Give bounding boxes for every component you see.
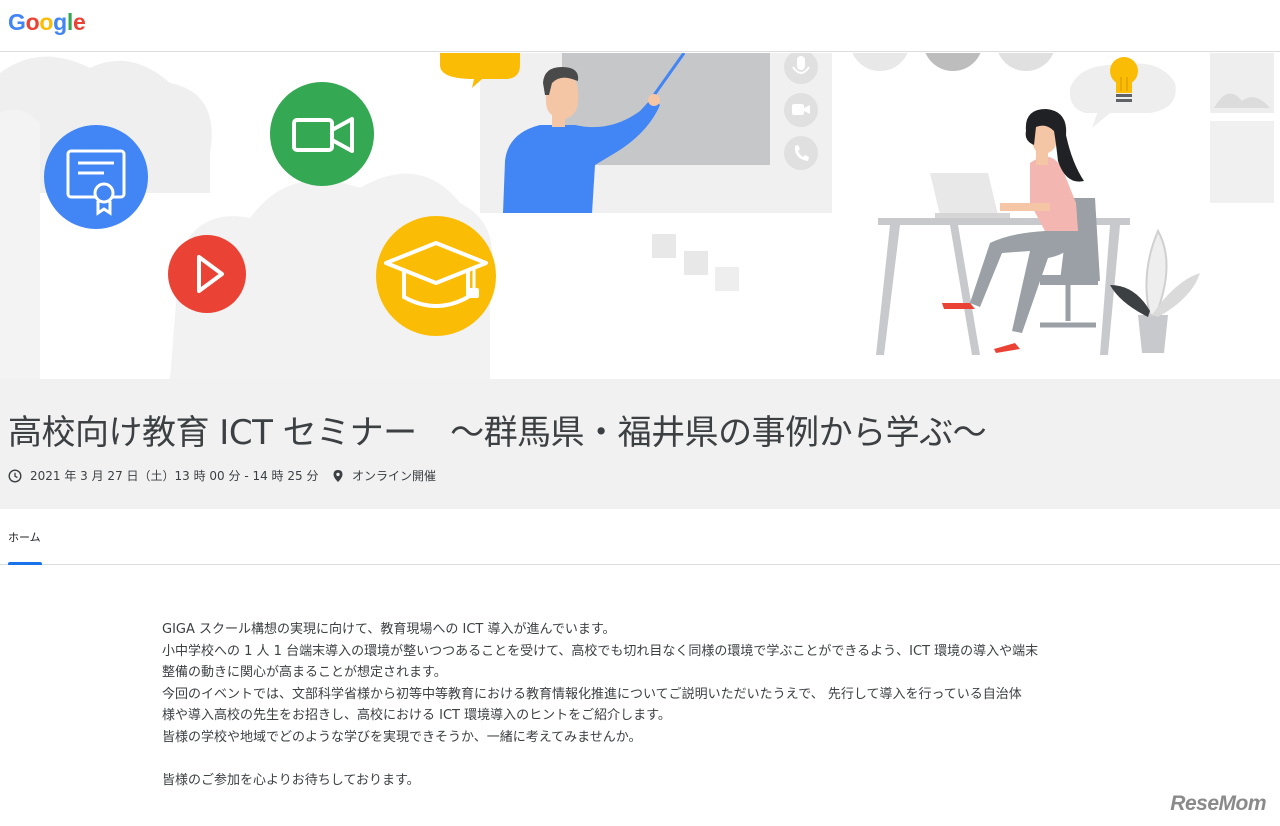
google-logo[interactable]: Google (8, 9, 86, 36)
graduation-cap-icon (376, 216, 496, 336)
active-tab-indicator (8, 562, 42, 565)
logo-letter: o (39, 9, 54, 35)
video-camera-icon (270, 82, 374, 186)
location-pin-icon (333, 469, 343, 482)
resemom-watermark: ReseMom (1170, 792, 1266, 815)
hero-banner (0, 53, 1280, 379)
event-location-text: オンライン開催 (352, 469, 437, 483)
description-line: 皆様の学校や地域でどのような学びを実現できそうか、一緒に考えてみませんか。 (162, 729, 642, 745)
hero-illustration (0, 53, 1274, 379)
description-line: GIGA スクール構想の実現に向けて、教育現場への ICT 導入が進んでいます。 (162, 622, 616, 637)
description-line: 整備の動きに関心が高まることが想定されます。 (162, 665, 447, 681)
event-header: 高校向け教育 ICT セミナー ～群馬県・福井県の事例から学ぶ～ 2021 年 … (0, 379, 1280, 509)
certificate-icon (44, 125, 148, 229)
desk-scene (876, 109, 1130, 355)
tab-home[interactable]: ホーム (8, 509, 41, 564)
event-description: GIGA スクール構想の実現に向けて、教育現場への ICT 導入が進んでいます。… (162, 619, 1152, 792)
camera-icon (784, 93, 818, 127)
logo-letter: e (72, 9, 86, 35)
tab-bar: ホーム (0, 509, 1280, 565)
event-datetime-text: 2021 年 3 月 27 日（土）13 時 00 分 - 14 時 25 分 (30, 469, 319, 483)
closing-line: 皆様のご参加を心よりお待ちしております。 (162, 773, 420, 789)
plant (1110, 228, 1200, 353)
logo-letter: G (8, 9, 26, 35)
logo-letter: o (25, 9, 40, 35)
description-line: 様や導入高校の先生をお招きし、高校における ICT 環境導入のヒントをご紹介しま… (162, 708, 671, 724)
logo-letter: g (53, 9, 67, 35)
phone-icon (784, 136, 818, 170)
event-location: オンライン開催 (332, 467, 436, 484)
page-title: 高校向け教育 ICT セミナー ～群馬県・福井県の事例から学ぶ～ (8, 413, 987, 453)
description-line: 小中学校への 1 人 1 台端末導入の環境が整いつつあることを受けて、高校でも切… (162, 643, 1039, 659)
play-icon (168, 235, 246, 313)
clock-icon (8, 468, 22, 483)
description-line: 今回のイベントでは、文部科学省様から初等中等教育における教育情報化推進についてご… (162, 686, 1022, 702)
top-bar: Google (0, 0, 1280, 52)
event-datetime: 2021 年 3 月 27 日（土）13 時 00 分 - 14 時 25 分 (8, 467, 318, 484)
